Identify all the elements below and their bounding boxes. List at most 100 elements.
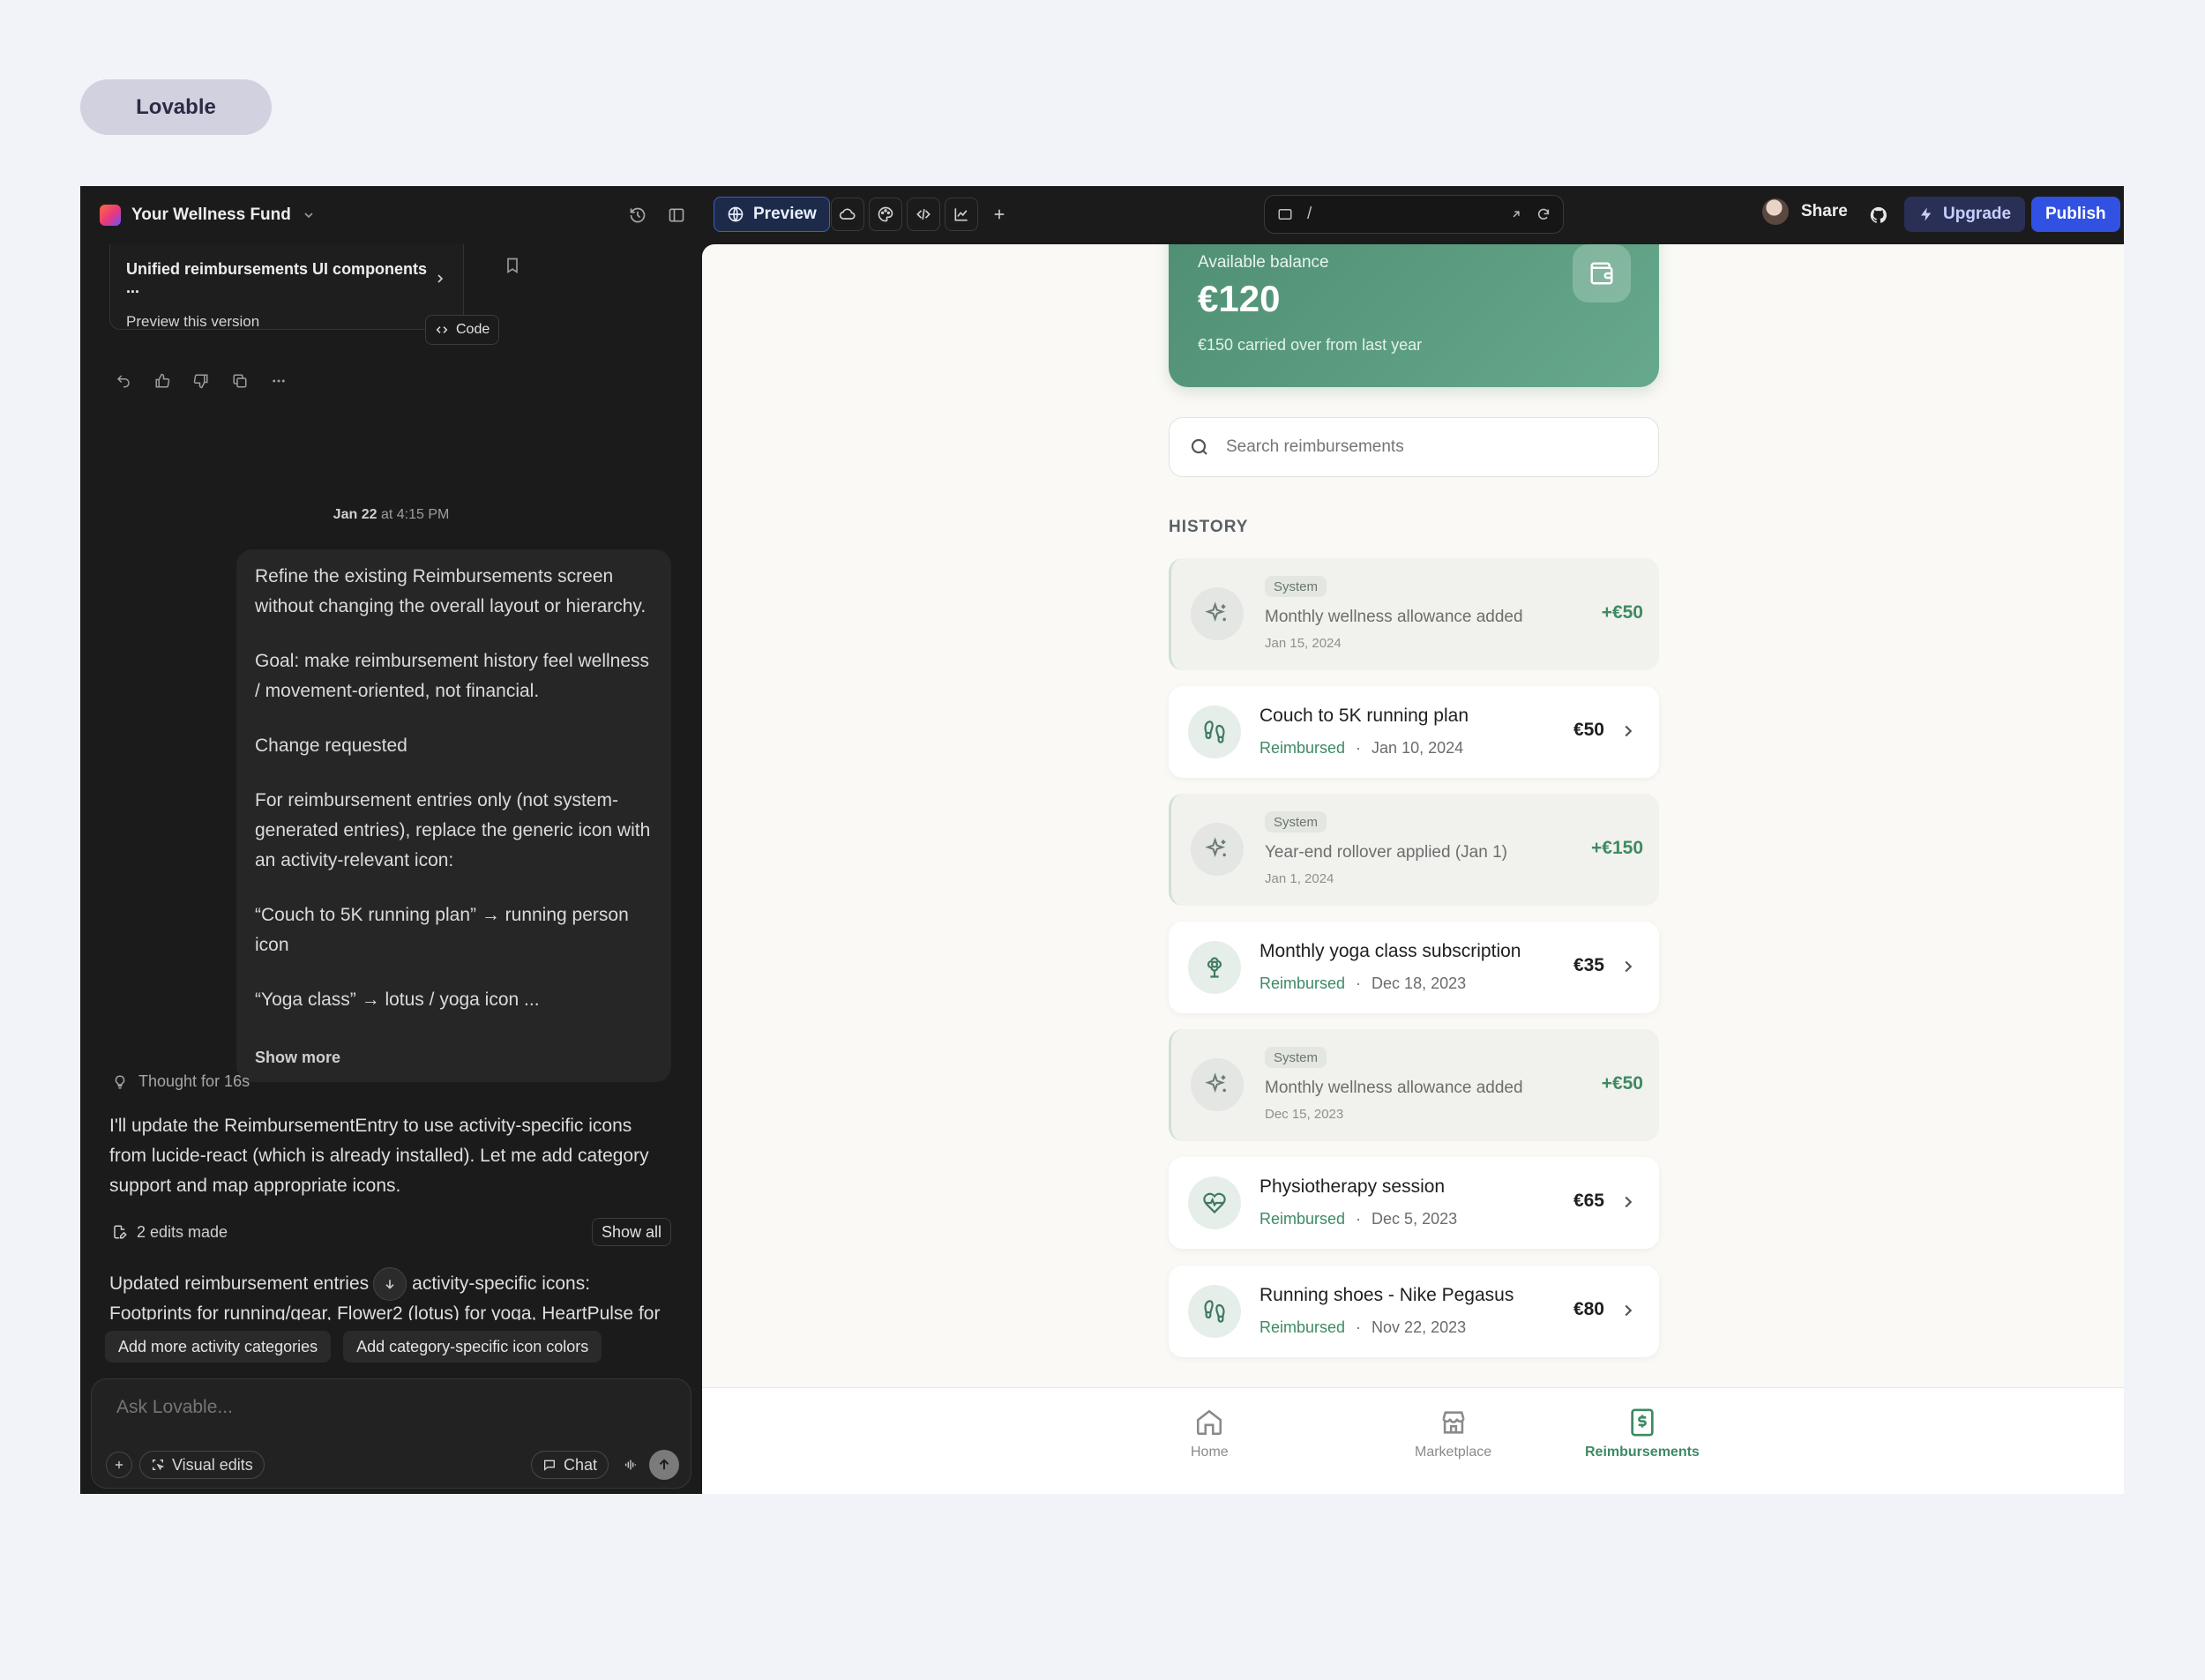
thought-label: Thought for 16s bbox=[138, 1072, 250, 1090]
footprints-icon bbox=[1188, 1285, 1241, 1338]
add-icon[interactable] bbox=[983, 198, 1016, 231]
entry-meta: Reimbursed · Dec 5, 2023 bbox=[1259, 1210, 1457, 1228]
publish-button[interactable]: Publish bbox=[2031, 197, 2120, 232]
nav-item-marketplace[interactable]: Marketplace bbox=[1415, 1407, 1491, 1460]
code-label: Code bbox=[456, 322, 490, 337]
search-bar bbox=[1169, 417, 1659, 477]
refresh-icon[interactable] bbox=[1536, 207, 1551, 221]
message-paragraph: Goal: make reimbursement history feel we… bbox=[255, 651, 650, 701]
entry-date: Jan 1, 2024 bbox=[1265, 871, 1334, 886]
chevron-right-icon[interactable] bbox=[1618, 957, 1638, 976]
sparkles-icon bbox=[1191, 823, 1244, 876]
preview-label: Preview bbox=[753, 205, 817, 223]
undo-icon[interactable] bbox=[112, 370, 135, 392]
entry-status: Reimbursed bbox=[1259, 974, 1346, 992]
history-entry-reimbursement[interactable]: Running shoes - Nike Pegasus Reimbursed … bbox=[1169, 1266, 1659, 1357]
url-bar[interactable]: / bbox=[1264, 195, 1564, 234]
chevron-right-icon[interactable] bbox=[1618, 721, 1638, 741]
chat-panel: Unified reimbursements UI components ...… bbox=[80, 244, 702, 1494]
history-entry-reimbursement[interactable]: Monthly yoga class subscription Reimburs… bbox=[1169, 922, 1659, 1013]
lotus-icon bbox=[1188, 941, 1241, 994]
preview-button[interactable]: Preview bbox=[714, 197, 830, 232]
share-button[interactable]: Share bbox=[1762, 198, 1848, 225]
analytics-icon[interactable] bbox=[945, 198, 978, 231]
system-tag: System bbox=[1265, 1047, 1327, 1068]
nav-label: Marketplace bbox=[1415, 1445, 1492, 1460]
sidebar-toggle-icon[interactable] bbox=[660, 198, 693, 232]
history-icon[interactable] bbox=[621, 198, 654, 232]
project-switcher[interactable]: Your Wellness Fund bbox=[100, 202, 316, 228]
nav-item-home[interactable]: Home bbox=[1191, 1407, 1229, 1460]
balance-amount: €120 bbox=[1198, 278, 1281, 319]
entry-title: Couch to 5K running plan bbox=[1259, 706, 1469, 726]
search-icon bbox=[1189, 437, 1210, 458]
history-entry-reimbursement[interactable]: Couch to 5K running plan Reimbursed · Ja… bbox=[1169, 686, 1659, 778]
github-icon[interactable] bbox=[1862, 198, 1895, 232]
entry-date: Jan 15, 2024 bbox=[1265, 636, 1342, 651]
thought-indicator[interactable]: Thought for 16s bbox=[112, 1072, 250, 1091]
nav-item-reimbursements[interactable]: Reimbursements bbox=[1585, 1407, 1700, 1460]
lovable-logo-icon bbox=[100, 205, 121, 226]
search-input[interactable] bbox=[1226, 437, 1632, 457]
balance-label: Available balance bbox=[1198, 253, 1329, 272]
assistant-message: I'll update the ReimbursementEntry to us… bbox=[109, 1116, 649, 1196]
sparkles-icon bbox=[1191, 587, 1244, 640]
visual-edits-label: Visual edits bbox=[172, 1455, 253, 1474]
chevron-right-icon[interactable] bbox=[1618, 1301, 1638, 1320]
message-paragraph: For reimbursement entries only (not syst… bbox=[255, 790, 651, 870]
message-paragraph: Refine the existing Reimbursements scree… bbox=[255, 566, 647, 616]
entry-amount: €80 bbox=[1573, 1299, 1604, 1319]
code-button[interactable]: Code bbox=[425, 315, 500, 345]
show-more-link[interactable]: Show more bbox=[255, 1049, 340, 1067]
entry-date: Dec 15, 2023 bbox=[1265, 1107, 1344, 1122]
entry-status: Reimbursed bbox=[1259, 1318, 1346, 1336]
chat-input[interactable] bbox=[116, 1397, 646, 1418]
globe-icon bbox=[727, 205, 744, 223]
bottom-navigation: Home Marketplace Reimbursements bbox=[702, 1387, 2124, 1494]
home-icon bbox=[1194, 1407, 1224, 1437]
chevron-right-icon bbox=[433, 272, 447, 286]
send-arrow-icon[interactable] bbox=[649, 1450, 679, 1480]
store-icon bbox=[1439, 1407, 1469, 1437]
scroll-down-icon[interactable] bbox=[373, 1267, 407, 1301]
chat-mode-button[interactable]: Chat bbox=[530, 1451, 609, 1479]
code-icon[interactable] bbox=[907, 198, 940, 231]
entry-meta: Reimbursed · Dec 18, 2023 bbox=[1259, 974, 1466, 993]
thumbs-up-icon[interactable] bbox=[151, 370, 174, 392]
entry-date: Nov 22, 2023 bbox=[1372, 1318, 1467, 1336]
message-paragraph: Change requested bbox=[255, 735, 407, 756]
cloud-icon[interactable] bbox=[831, 198, 864, 231]
suggestion-chips: Add more activity categories Add categor… bbox=[105, 1331, 602, 1363]
avatar bbox=[1762, 198, 1789, 225]
lightning-icon bbox=[1918, 206, 1934, 222]
history-entry-reimbursement[interactable]: Physiotherapy session Reimbursed · Dec 5… bbox=[1169, 1157, 1659, 1249]
show-all-button[interactable]: Show all bbox=[591, 1218, 671, 1246]
open-external-icon[interactable] bbox=[1510, 208, 1522, 220]
voice-waveform-icon[interactable] bbox=[617, 1452, 644, 1478]
lovable-window: Your Wellness Fund Preview / Share Upgra… bbox=[80, 186, 2124, 1494]
upgrade-button[interactable]: Upgrade bbox=[1904, 197, 2026, 232]
message-actions bbox=[112, 370, 290, 392]
upgrade-label: Upgrade bbox=[1943, 205, 2012, 223]
visual-edits-button[interactable]: Visual edits bbox=[139, 1451, 265, 1479]
palette-icon[interactable] bbox=[869, 198, 902, 231]
entry-amount: €35 bbox=[1573, 955, 1604, 975]
balance-card: Available balance €120 €150 carried over… bbox=[1169, 244, 1659, 387]
chevron-right-icon[interactable] bbox=[1618, 1192, 1638, 1212]
app-badge: Lovable bbox=[80, 79, 272, 135]
bookmark-icon[interactable] bbox=[504, 257, 521, 274]
thumbs-down-icon[interactable] bbox=[190, 370, 213, 392]
entry-title: Running shoes - Nike Pegasus bbox=[1259, 1285, 1514, 1305]
more-icon[interactable] bbox=[267, 370, 290, 392]
attach-plus-icon[interactable] bbox=[106, 1452, 132, 1478]
meta-separator: · bbox=[1356, 1210, 1362, 1228]
suggestion-chip[interactable]: Add more activity categories bbox=[105, 1331, 332, 1363]
chat-composer: Visual edits Chat bbox=[91, 1378, 691, 1489]
system-tag: System bbox=[1265, 576, 1327, 597]
suggestion-chip[interactable]: Add category-specific icon colors bbox=[343, 1331, 602, 1363]
copy-icon[interactable] bbox=[228, 370, 251, 392]
entry-amount: +€150 bbox=[1591, 838, 1643, 858]
version-title: Unified reimbursements UI components ... bbox=[126, 260, 428, 296]
version-card[interactable]: Unified reimbursements UI components ...… bbox=[109, 244, 464, 330]
device-icon[interactable] bbox=[1277, 206, 1293, 222]
